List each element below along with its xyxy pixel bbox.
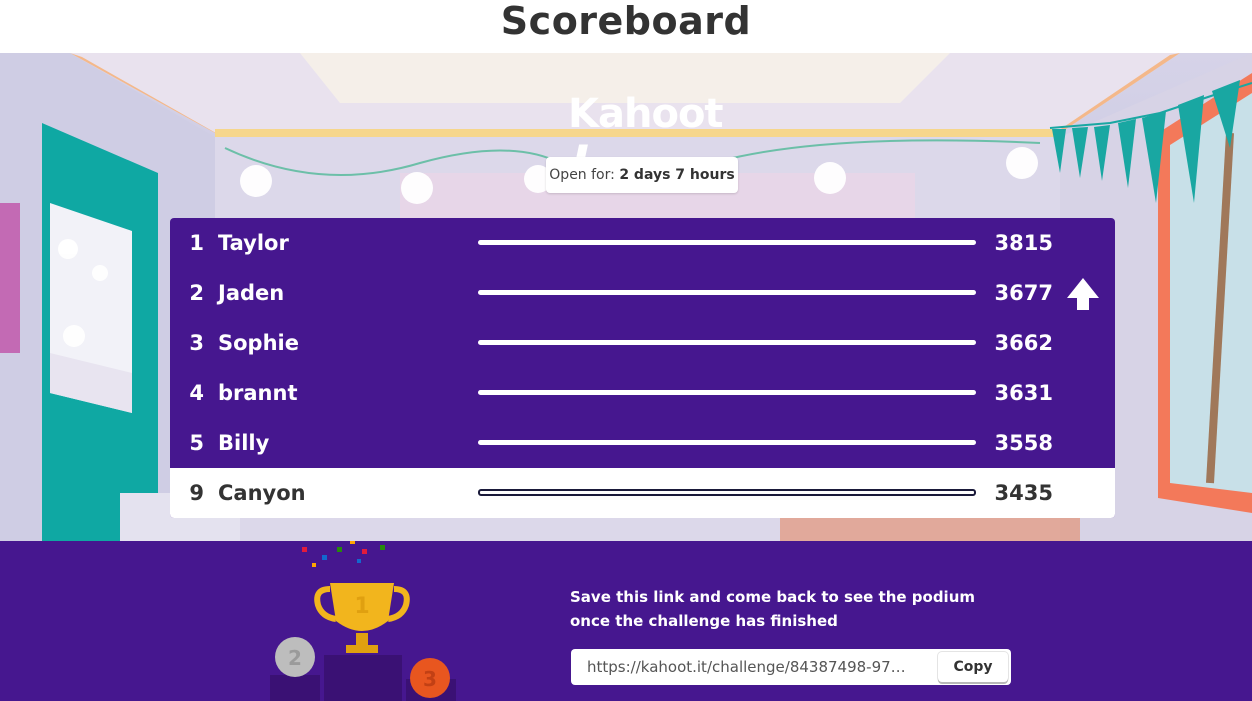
save-link-message-line2: once the challenge has finished (570, 612, 838, 630)
kahoot-logo: Kahoot! (562, 91, 724, 193)
open-for-label: Open for: (549, 167, 615, 183)
player-score: 3631 (994, 381, 1053, 405)
logo-text: Kahoot (568, 91, 724, 137)
leaderboard-row-current-player: 9 Canyon 3435 (170, 468, 1115, 518)
player-score: 3558 (994, 431, 1053, 455)
open-for-badge: Open for: 2 days 7 hours (546, 157, 738, 193)
footer-panel: 1 2 3 Save this link and come back to se… (0, 541, 1252, 701)
save-link-message: Save this link and come back to see the … (570, 585, 1000, 633)
page-title: Scoreboard (500, 0, 752, 43)
player-name: Sophie (218, 331, 299, 355)
challenge-link-field[interactable]: https://kahoot.it/challenge/84387498-97… (571, 649, 933, 685)
player-name: brannt (218, 381, 298, 405)
player-rank: 9 (189, 481, 204, 505)
leaderboard: 1 Taylor 3815 2 Jaden 3677 3 Sophie 3662… (170, 218, 1115, 518)
challenge-link-box: https://kahoot.it/challenge/84387498-97…… (571, 649, 1011, 685)
player-rank: 3 (189, 331, 204, 355)
scoreboard-scene: Kahoot! Open for: 2 days 7 hours 1 Taylo… (0, 53, 1252, 541)
player-rank: 1 (189, 231, 204, 255)
player-name: Jaden (218, 281, 285, 305)
trophy-second-label: 2 (288, 646, 302, 670)
leaderboard-row: 1 Taylor 3815 (170, 218, 1115, 268)
copy-button[interactable]: Copy (938, 652, 1008, 682)
open-for-value: 2 days 7 hours (619, 167, 735, 183)
score-bar (478, 290, 976, 295)
player-score: 3815 (994, 231, 1053, 255)
player-score: 3662 (994, 331, 1053, 355)
trophy-podium-icon: 1 2 3 (270, 541, 456, 701)
player-name: Taylor (218, 231, 289, 255)
score-bar (478, 440, 976, 445)
player-rank: 2 (189, 281, 204, 305)
score-bar (478, 340, 976, 345)
score-bar (478, 390, 976, 395)
leaderboard-row: 2 Jaden 3677 (170, 268, 1115, 318)
score-bar (478, 240, 976, 245)
player-score: 3677 (994, 281, 1053, 305)
player-name: Billy (218, 431, 270, 455)
trophy-first-label: 1 (354, 594, 369, 619)
arrow-up-icon (1067, 278, 1099, 310)
score-bar (478, 489, 976, 496)
player-rank: 4 (189, 381, 204, 405)
trophy-third-label: 3 (423, 667, 437, 691)
player-rank: 5 (189, 431, 204, 455)
leaderboard-row: 4 brannt 3631 (170, 368, 1115, 418)
page-header: Scoreboard (0, 0, 1252, 53)
save-link-message-line1: Save this link and come back to see the … (570, 588, 975, 606)
leaderboard-row: 3 Sophie 3662 (170, 318, 1115, 368)
player-name: Canyon (218, 481, 306, 505)
player-score: 3435 (994, 481, 1053, 505)
leaderboard-row: 5 Billy 3558 (170, 418, 1115, 468)
